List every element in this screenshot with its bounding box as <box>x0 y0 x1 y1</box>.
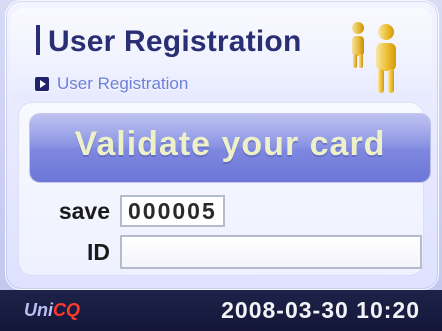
brand-logo-part2: CQ <box>53 300 80 320</box>
id-label: ID <box>87 238 110 265</box>
breadcrumb-label: User Registration <box>57 74 189 93</box>
device-screen: User Registration User Registration Vali… <box>0 0 442 331</box>
title-bar <box>36 25 40 55</box>
save-label: save <box>58 197 110 224</box>
id-input[interactable] <box>120 235 422 269</box>
page-title: User Registration <box>36 25 301 59</box>
page-title-text: User Registration <box>48 25 302 58</box>
brand-logo: UniCQ <box>24 300 80 321</box>
datetime: 2008-03-30 10:20 <box>221 297 420 323</box>
banner-title: Validate your card <box>74 125 386 163</box>
breadcrumb: User Registration <box>35 73 188 95</box>
save-row: save 000005 <box>40 195 225 227</box>
validate-banner: Validate your card <box>30 114 430 182</box>
header: User Registration User Registration <box>10 8 432 102</box>
id-row: ID <box>40 235 422 269</box>
brand-logo-part1: Uni <box>24 300 53 320</box>
save-value: 000005 <box>120 195 225 227</box>
users-icon <box>352 22 396 93</box>
status-bar: UniCQ 2008-03-30 10:20 <box>0 290 442 331</box>
bullet-arrow-icon <box>35 77 49 91</box>
